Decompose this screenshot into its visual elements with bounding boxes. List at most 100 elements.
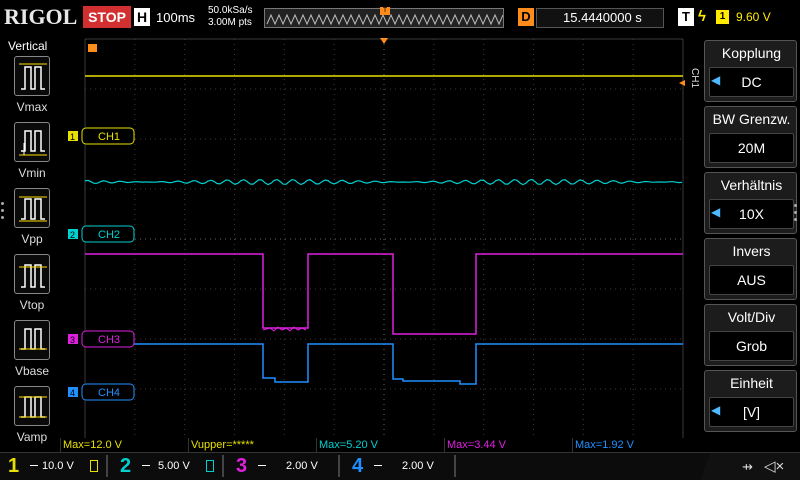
timebase-value[interactable]: 100ms: [156, 10, 195, 25]
menu-invert[interactable]: Invers AUS: [704, 238, 797, 300]
ch1-tag: CH1: [98, 131, 120, 143]
divider: [338, 455, 340, 477]
menu-item-value: DC: [709, 67, 794, 97]
ch3-marker[interactable]: 3 CH3: [68, 330, 135, 348]
dc-coupling-icon: [258, 465, 266, 466]
vtop-icon: [14, 254, 50, 294]
measure-label: Vmax: [16, 100, 48, 114]
menu-side-label-box: CH1: [688, 66, 700, 96]
measure-vmax[interactable]: Vmax: [4, 56, 56, 120]
ch4-scale: 2.00 V: [402, 460, 434, 472]
menu-item-title: Invers: [732, 243, 771, 259]
channel-status-bar: 1 10.0 V 2 5.00 V 3 2.00 V 4 2.00 V ⇸ ◁×: [0, 452, 800, 480]
ch3-scale: 2.00 V: [286, 460, 318, 472]
measure-vmin[interactable]: Vmin: [4, 122, 56, 186]
divider: [106, 455, 108, 477]
run-stop-status[interactable]: STOP: [83, 6, 131, 28]
svg-text:1: 1: [70, 132, 75, 142]
menu-unit[interactable]: Einheit [V] ◀: [704, 370, 797, 432]
measure-vpp[interactable]: Vpp: [4, 188, 56, 252]
memory-depth: 3.00M pts: [208, 17, 252, 28]
svg-text:4: 4: [70, 388, 75, 398]
svg-text:3: 3: [70, 335, 75, 345]
measure-vtop[interactable]: Vtop: [4, 254, 56, 318]
vmin-icon: [14, 122, 50, 162]
waveform-canvas: 1 CH1 2 CH2 3 CH3 4 CH4: [68, 38, 685, 440]
menu-item-title: Kopplung: [721, 45, 782, 61]
measurement-panel: Vertical Vmax Vmin Vpp Vtop Vbase Vamp: [0, 36, 60, 454]
menu-probe-ratio[interactable]: Verhältnis 10X ◀: [704, 172, 797, 234]
trigger-label: T: [678, 8, 694, 26]
menu-bw-limit[interactable]: BW Grenzw. 20M: [704, 106, 797, 168]
ch1-marker[interactable]: 1 CH1: [68, 127, 135, 145]
ch1-number: 1: [8, 455, 20, 477]
ch4-number: 4: [352, 455, 364, 477]
graticule: [84, 38, 684, 440]
waveform-display[interactable]: 1 CH1 2 CH2 3 CH3 4 CH4: [60, 36, 685, 440]
menu-item-value: 20M: [709, 133, 794, 163]
rising-edge-icon: ϟ: [698, 8, 706, 25]
bw-limit-icon: [206, 460, 214, 472]
vbase-icon: [14, 320, 50, 360]
ch3-tag: CH3: [98, 334, 120, 346]
measure-vbase[interactable]: Vbase: [4, 320, 56, 384]
trigger-source: 1: [716, 10, 729, 24]
measure-label: Vmin: [18, 166, 46, 180]
menu-item-title: Einheit: [730, 375, 773, 391]
menu-volts-div[interactable]: Volt/Div Grob: [704, 304, 797, 366]
menu-item-value: 10X: [709, 199, 794, 229]
divider: [454, 455, 456, 477]
bw-limit-icon: [90, 460, 98, 472]
menu-item-title: BW Grenzw.: [712, 111, 791, 127]
measurement-result: Max=5.20 V: [316, 438, 444, 452]
top-status-bar: RIGOL STOP H 100ms 50.0kSa/s 3.00M pts T…: [0, 0, 800, 36]
divider: [222, 455, 224, 477]
measurement-result: Max=1.92 V: [572, 438, 700, 452]
menu-item-value: Grob: [709, 331, 794, 361]
usb-icon: ⇸: [742, 459, 753, 474]
dc-coupling-icon: [30, 465, 38, 466]
ch3-number: 3: [236, 455, 248, 477]
measurement-results: Max=12.0 V Vupper=***** Max=5.20 V Max=3…: [60, 438, 700, 452]
measure-label: Vbase: [14, 364, 50, 378]
chevron-left-icon: ◀: [711, 403, 721, 417]
measure-vamp[interactable]: Vamp: [4, 386, 56, 450]
measure-label: Vamp: [16, 430, 48, 444]
menu-item-value: [V]: [709, 397, 794, 427]
horizontal-label: H: [134, 8, 150, 26]
delay-value[interactable]: 15.4440000 s: [536, 8, 664, 28]
trigger-level-arrow[interactable]: [679, 80, 685, 86]
chevron-left-icon: ◀: [711, 73, 721, 87]
more-items-indicator: [1, 202, 5, 223]
channel-menu: CH1 Kopplung DC ◀ BW Grenzw. 20M Verhält…: [688, 36, 800, 436]
ch2-marker[interactable]: 2 CH2: [68, 225, 135, 243]
delay-label: D: [518, 8, 534, 26]
trigger-level[interactable]: 9.60 V: [736, 10, 771, 24]
chevron-left-icon: ◀: [711, 205, 721, 219]
measurement-result: Max=12.0 V: [60, 438, 188, 452]
ch1-scale: 10.0 V: [42, 460, 74, 472]
ch4-marker[interactable]: 4 CH4: [68, 383, 135, 401]
ch4-tag: CH4: [98, 387, 120, 399]
panel-title: Vertical: [8, 39, 48, 53]
measure-label: Vpp: [21, 232, 43, 246]
dc-coupling-icon: [142, 465, 150, 466]
more-menu-indicator: [794, 204, 798, 225]
vamp-icon: [14, 386, 50, 426]
speaker-muted-icon[interactable]: ◁×: [764, 457, 784, 475]
ch2-number: 2: [120, 455, 132, 477]
menu-side-label: CH1: [689, 68, 700, 89]
ch2-trace: [84, 178, 683, 186]
measurement-result: Vupper=*****: [188, 438, 316, 452]
rigol-logo: RIGOL: [4, 4, 78, 29]
menu-item-title: Verhältnis: [720, 177, 783, 193]
dc-coupling-icon: [374, 465, 382, 466]
menu-item-title: Volt/Div: [727, 309, 776, 325]
measure-label: Vtop: [19, 298, 45, 312]
ch2-tag: CH2: [98, 229, 120, 241]
menu-coupling[interactable]: Kopplung DC ◀: [704, 40, 797, 102]
svg-text:2: 2: [70, 230, 75, 240]
vmax-icon: [14, 56, 50, 96]
ch2-scale: 5.00 V: [158, 460, 190, 472]
trigger-time-marker[interactable]: [88, 44, 97, 52]
